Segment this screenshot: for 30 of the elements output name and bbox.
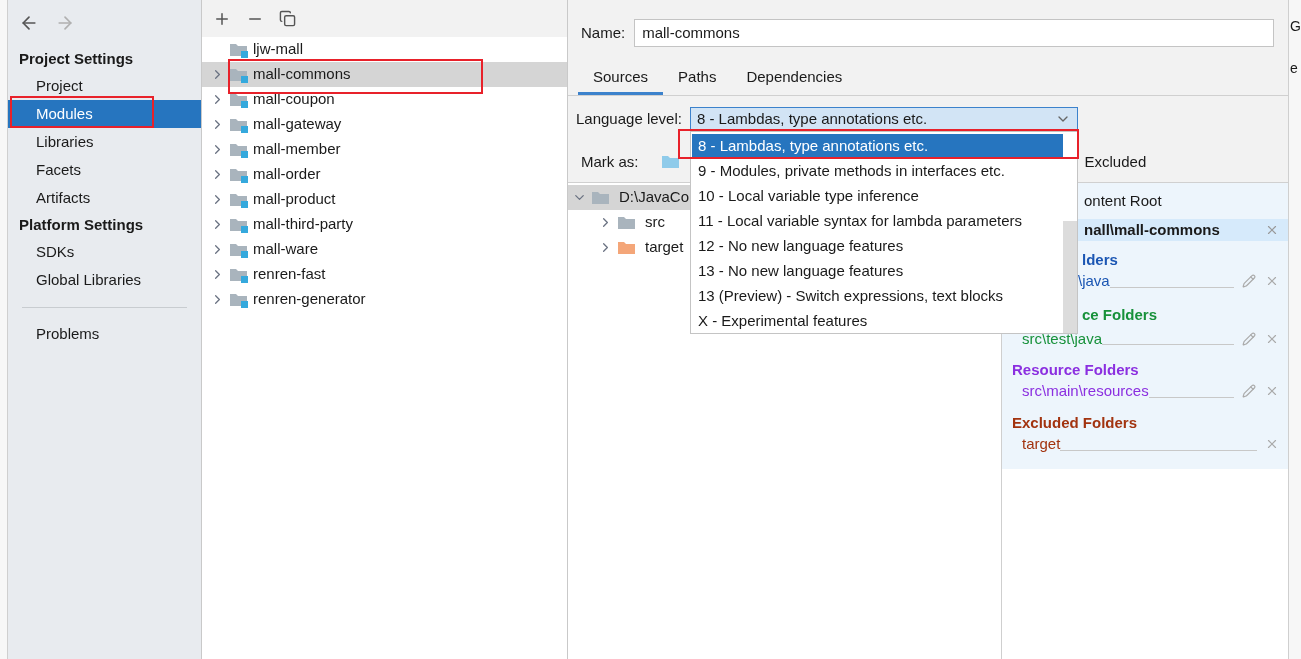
tree-label: src — [645, 212, 665, 233]
module-name: mall-third-party — [253, 214, 354, 235]
folder-group-title: ce Folders — [1081, 305, 1159, 325]
folder-path: \java — [1077, 270, 1110, 291]
module-name: mall-product — [253, 189, 336, 210]
module-name: mall-commons — [253, 64, 351, 85]
section-heading: Platform Settings — [18, 214, 145, 235]
section-heading: Project Settings — [18, 48, 135, 69]
module-name: renren-fast — [253, 264, 326, 285]
language-level-label: Language level: — [576, 108, 682, 129]
module-name: mall-coupon — [253, 89, 335, 110]
tree-label: target — [645, 237, 684, 258]
mark-as-label: Mark as: — [581, 151, 639, 172]
module-name: ljw-mall — [253, 39, 303, 60]
module-name: mall-member — [253, 139, 341, 160]
content-root-path: nall\mall-commons — [1084, 219, 1220, 240]
module-name: mall-ware — [253, 239, 318, 260]
folder-path: target — [1021, 433, 1061, 454]
module-name: mall-gateway — [253, 114, 342, 135]
folder-path: src\main\resources — [1021, 380, 1149, 401]
name-label: Name: — [581, 22, 626, 43]
folder-group-title: Excluded Folders — [1011, 413, 1139, 433]
folder-path: src\test\java — [1021, 328, 1103, 349]
module-name: mall-order — [253, 164, 321, 185]
tree-label: D:\JavaCo — [619, 187, 690, 208]
folder-group-title: Resource Folders — [1011, 360, 1140, 380]
edge-text: e — [1289, 59, 1299, 78]
folder-group-title: lders — [1081, 250, 1119, 270]
edge-text: G — [1289, 17, 1301, 36]
module-name: renren-generator — [253, 289, 366, 310]
